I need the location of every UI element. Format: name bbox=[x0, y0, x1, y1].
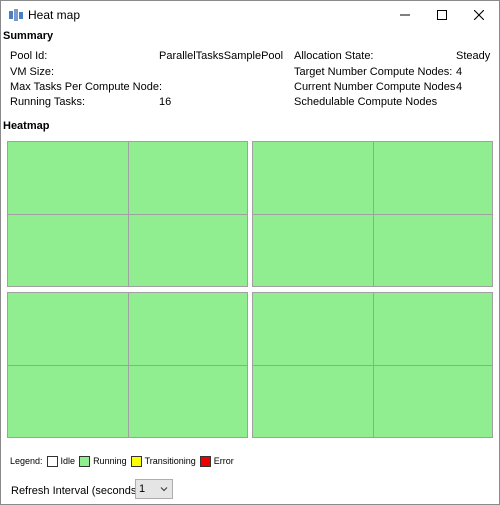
main-content: Summary Pool Id: ParallelTasksSamplePool… bbox=[1, 29, 499, 504]
compute-node-3[interactable] bbox=[7, 292, 248, 438]
legend-item-transitioning: Transitioning bbox=[144, 456, 196, 466]
vm-size-label: VM Size: bbox=[10, 66, 55, 78]
legend-swatch-transitioning bbox=[130, 455, 142, 467]
legend-swatch-idle bbox=[46, 455, 58, 467]
chevron-down-icon bbox=[160, 487, 168, 492]
summary-heading: Summary bbox=[3, 30, 54, 42]
legend-item-idle: Idle bbox=[60, 456, 76, 466]
legend-swatch-error bbox=[199, 455, 211, 467]
refresh-interval-select[interactable]: 1 bbox=[135, 479, 173, 499]
refresh-interval-label: Refresh Interval (seconds): bbox=[11, 485, 144, 497]
allocation-state-value: Steady bbox=[456, 50, 491, 62]
schedulable-nodes-label: Schedulable Compute Nodes bbox=[294, 96, 438, 108]
pool-id-label: Pool Id: bbox=[10, 50, 48, 62]
close-button[interactable] bbox=[456, 1, 500, 29]
compute-node-2[interactable] bbox=[252, 141, 493, 287]
close-icon bbox=[474, 10, 484, 20]
legend-label: Legend: bbox=[10, 456, 43, 466]
legend-item-error: Error bbox=[213, 456, 234, 466]
refresh-interval-value: 1 bbox=[139, 483, 146, 495]
target-nodes-value: 4 bbox=[456, 66, 463, 78]
compute-node-4[interactable] bbox=[252, 292, 493, 438]
current-nodes-label: Current Number Compute Nodes bbox=[294, 81, 456, 93]
target-nodes-label: Target Number Compute Nodes: bbox=[294, 66, 453, 78]
window-title: Heat map bbox=[28, 8, 81, 22]
maximize-icon bbox=[437, 10, 447, 20]
legend-swatch-running bbox=[79, 455, 91, 467]
current-nodes-value: 4 bbox=[456, 81, 463, 93]
minimize-icon bbox=[400, 14, 410, 16]
heatmap-heading: Heatmap bbox=[3, 120, 50, 132]
legend: Legend: Idle Running Transitioning Error bbox=[10, 454, 234, 468]
running-tasks-label: Running Tasks: bbox=[10, 96, 86, 108]
running-tasks-value: 16 bbox=[159, 96, 172, 108]
compute-node-1[interactable] bbox=[7, 141, 248, 287]
max-tasks-label: Max Tasks Per Compute Node: bbox=[10, 81, 163, 93]
heat-map-window: Heat map Summary Pool Id: ParallelTasksS… bbox=[0, 0, 500, 505]
pool-id-value: ParallelTasksSamplePool bbox=[159, 50, 284, 62]
title-bar[interactable]: Heat map bbox=[1, 1, 499, 29]
heatmap-grid bbox=[7, 141, 495, 441]
app-icon bbox=[9, 9, 23, 21]
allocation-state-label: Allocation State: bbox=[294, 50, 374, 62]
legend-item-running: Running bbox=[93, 456, 127, 466]
